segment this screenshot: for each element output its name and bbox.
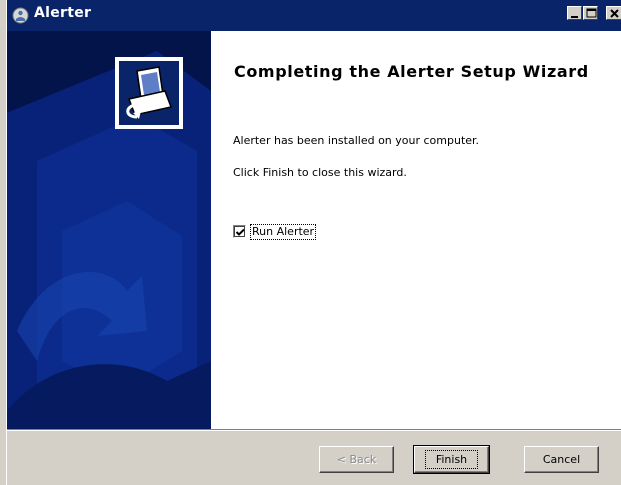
close-icon	[610, 9, 619, 18]
maximize-button[interactable]	[583, 6, 598, 20]
finish-button-label: Finish	[424, 450, 479, 469]
checkmark-icon	[235, 228, 245, 236]
wizard-content: Completing the Alerter Setup Wizard Aler…	[211, 31, 621, 429]
finish-button[interactable]: Finish	[413, 445, 490, 474]
instruction-message: Click Finish to close this wizard.	[233, 166, 407, 179]
run-alerter-checkbox[interactable]	[233, 225, 246, 238]
wizard-side-banner	[7, 31, 211, 429]
app-icon	[12, 7, 29, 24]
back-button[interactable]: < Back	[319, 446, 394, 473]
page-title: Completing the Alerter Setup Wizard	[234, 62, 589, 81]
installed-message: Alerter has been installed on your compu…	[233, 134, 480, 147]
close-button[interactable]	[606, 6, 621, 20]
installer-icon	[119, 61, 179, 125]
minimize-button[interactable]	[567, 6, 582, 20]
maximize-icon	[586, 8, 597, 18]
setup-wizard-window: Alerter Completing the Alerter Setup Wiz…	[6, 0, 621, 485]
minimize-icon	[571, 16, 578, 18]
back-button-label: < Back	[336, 453, 377, 466]
run-alerter-label[interactable]: Run Alerter	[250, 224, 317, 240]
cancel-button-label: Cancel	[542, 453, 581, 466]
title-bar[interactable]: Alerter	[7, 0, 621, 31]
cancel-button[interactable]: Cancel	[524, 446, 599, 473]
window-title: Alerter	[34, 5, 92, 21]
button-area-divider	[7, 429, 621, 431]
banner-graphic	[7, 51, 211, 429]
